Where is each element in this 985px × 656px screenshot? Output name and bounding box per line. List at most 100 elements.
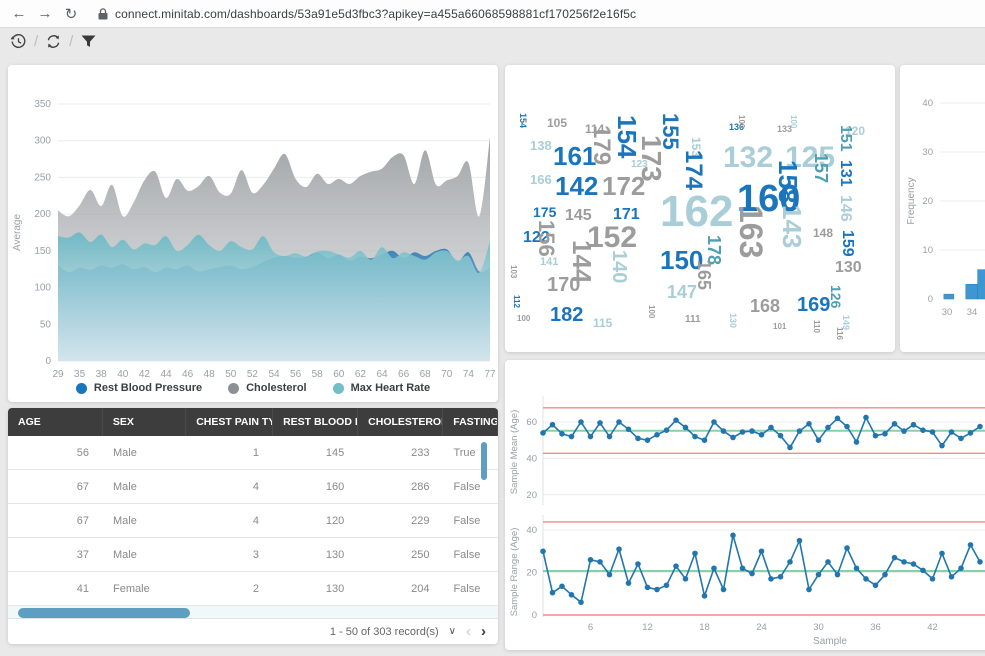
word-cloud-value[interactable]: 131	[837, 160, 853, 187]
svg-text:50: 50	[225, 369, 237, 380]
record-count-label: 1 - 50 of 303 record(s)	[330, 626, 439, 638]
table-cell: Female	[103, 572, 186, 605]
horizontal-scrollbar[interactable]	[18, 608, 190, 618]
table-row[interactable]: 37Male3130250False	[8, 538, 498, 572]
control-chart-point	[835, 416, 841, 422]
word-cloud-value[interactable]: 166	[530, 173, 552, 186]
word-cloud-value[interactable]: 165	[695, 260, 713, 290]
legend-item-cholesterol[interactable]: Cholesterol	[228, 382, 307, 394]
word-cloud-value[interactable]: 174	[681, 150, 705, 190]
table-cell: 67	[8, 470, 103, 503]
table-row[interactable]: 56Male1145233True	[8, 436, 498, 470]
word-cloud-value[interactable]: 132	[723, 143, 773, 173]
word-cloud-value[interactable]: 151	[837, 125, 853, 152]
word-cloud-value[interactable]: 142	[555, 173, 598, 199]
word-cloud-value[interactable]: 140	[609, 250, 629, 283]
word-cloud-value[interactable]: 168	[750, 297, 780, 315]
word-cloud-value[interactable]: 179	[589, 125, 613, 165]
histogram-bar[interactable]	[978, 270, 985, 299]
word-cloud-value[interactable]: 103	[509, 265, 517, 278]
svg-text:70: 70	[441, 369, 453, 380]
column-header-age[interactable]: AGE	[8, 408, 103, 436]
svg-text:Sample Mean (Age): Sample Mean (Age)	[509, 410, 520, 494]
control-chart-point	[607, 572, 613, 578]
svg-text:68: 68	[420, 369, 432, 380]
legend-dot	[76, 383, 87, 394]
word-cloud-value[interactable]: 144	[569, 240, 595, 283]
word-cloud-value[interactable]: 116	[835, 327, 843, 340]
word-cloud-value[interactable]: 169	[797, 295, 830, 315]
svg-text:44: 44	[160, 369, 172, 380]
next-page-button[interactable]: ›	[481, 623, 486, 640]
word-cloud-value[interactable]: 162	[660, 190, 733, 234]
word-cloud-value[interactable]: 163	[735, 205, 767, 258]
word-cloud-value[interactable]: 138	[530, 139, 552, 152]
control-chart-point	[749, 571, 755, 577]
word-cloud-value[interactable]: 141	[540, 257, 558, 268]
histogram-chart[interactable]: 010203040Frequency303438	[900, 65, 985, 357]
word-cloud-value[interactable]: 148	[813, 227, 833, 239]
table-row[interactable]: 67Male4160286False	[8, 470, 498, 504]
table-cell: 4	[186, 470, 273, 503]
svg-text:40: 40	[526, 525, 537, 536]
word-cloud-value[interactable]: 155	[659, 113, 681, 150]
word-cloud-value[interactable]: 115	[593, 317, 612, 329]
word-cloud-value[interactable]: 100	[737, 115, 745, 128]
control-chart-point	[835, 572, 841, 578]
column-header-rest-blood-press-[interactable]: REST BLOOD PRESS...	[273, 408, 358, 436]
address-bar[interactable]: connect.minitab.com/dashboards/53a91e5d3…	[98, 7, 636, 21]
word-cloud-value[interactable]: 130	[728, 313, 737, 328]
word-cloud-value[interactable]: 146	[837, 195, 853, 222]
word-cloud-value[interactable]: 154	[518, 113, 527, 128]
word-cloud-value[interactable]: 112	[512, 295, 520, 308]
word-cloud-value[interactable]: 101	[773, 323, 786, 331]
legend-item-max-heart-rate[interactable]: Max Heart Rate	[333, 382, 430, 394]
word-cloud-value[interactable]: 156	[535, 220, 557, 257]
word-cloud-value[interactable]: 175	[533, 205, 556, 219]
word-cloud-value[interactable]: 158	[775, 160, 801, 203]
control-chart-point	[844, 545, 850, 551]
vertical-scrollbar[interactable]	[481, 442, 487, 480]
filter-icon[interactable]	[80, 33, 97, 50]
sync-icon[interactable]	[45, 33, 62, 50]
control-chart-point	[616, 546, 622, 552]
control-chart-point	[768, 576, 774, 582]
table-cell: 130	[273, 538, 358, 571]
table-cell: 120	[273, 504, 358, 537]
back-icon[interactable]: ←	[6, 5, 32, 22]
word-cloud-value[interactable]: 130	[835, 260, 862, 276]
column-header-cholesterol[interactable]: CHOLESTEROL	[358, 408, 443, 436]
word-cloud-value[interactable]: 105	[547, 117, 567, 129]
word-cloud-value[interactable]: 110	[812, 320, 820, 333]
histogram-bar[interactable]	[944, 294, 954, 299]
legend-item-rest-blood-pressure[interactable]: Rest Blood Pressure	[76, 382, 202, 394]
histogram-bar[interactable]	[966, 284, 978, 299]
table-row[interactable]: 67Male4120229False	[8, 504, 498, 538]
area-chart[interactable]: 050100150200250300350Average293538404244…	[8, 65, 498, 407]
control-chart-point	[882, 431, 888, 437]
column-header-sex[interactable]: SEX	[103, 408, 186, 436]
previous-page-button[interactable]: ‹	[466, 623, 471, 640]
word-cloud-value[interactable]: 100	[517, 315, 530, 323]
word-cloud-value[interactable]: 147	[667, 283, 697, 301]
word-cloud-value[interactable]: 143	[779, 205, 805, 248]
forward-icon[interactable]: →	[32, 5, 58, 22]
legend-label: Max Heart Rate	[351, 382, 430, 394]
legend-label: Cholesterol	[246, 382, 307, 394]
column-header-fasting-blo[interactable]: FASTING BLO	[443, 408, 498, 436]
word-cloud-value[interactable]: 159	[839, 230, 855, 257]
word-cloud-value[interactable]: 111	[685, 315, 701, 325]
word-cloud-value[interactable]: 182	[550, 305, 583, 325]
table-cell: True	[443, 436, 498, 469]
word-cloud-value[interactable]: 100	[647, 305, 655, 318]
word-cloud-value[interactable]: 157	[812, 153, 830, 183]
page-size-dropdown-icon[interactable]: ∨	[449, 626, 456, 637]
history-icon[interactable]	[10, 33, 27, 50]
word-cloud-value[interactable]: 126	[829, 285, 843, 308]
word-cloud-value[interactable]: 100	[789, 115, 797, 128]
control-chart-point	[863, 415, 869, 421]
column-header-chest-pain-type[interactable]: CHEST PAIN TYPE	[186, 408, 273, 436]
table-row[interactable]: 41Female2130204False	[8, 572, 498, 606]
reload-icon[interactable]: ↻	[58, 5, 84, 23]
xbar-r-chart[interactable]: 204060Sample Mean (Age)02040Sample Range…	[505, 360, 985, 655]
